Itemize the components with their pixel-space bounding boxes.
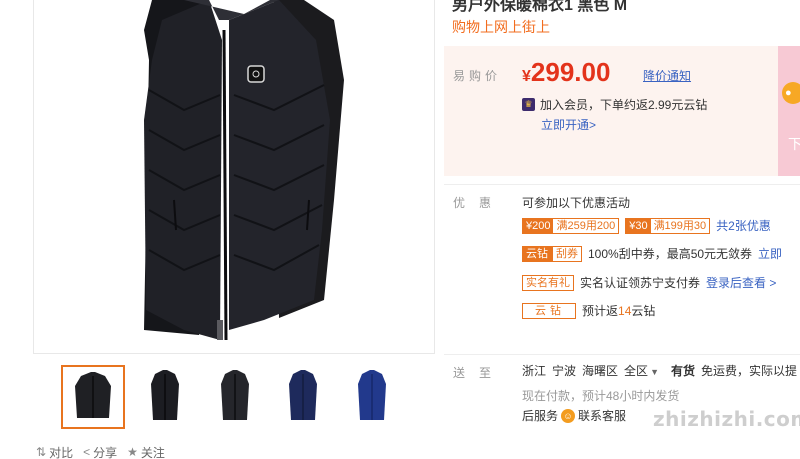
- city: 宁波: [552, 364, 577, 378]
- main-product-image[interactable]: [33, 0, 435, 354]
- share-button[interactable]: < 分享: [83, 443, 117, 459]
- coupon-2[interactable]: ¥30 满199用30: [625, 217, 711, 234]
- member-text: 加入会员，下单约返2.99元云钻: [540, 98, 708, 112]
- open-membership-link[interactable]: 立即开通>: [541, 116, 596, 133]
- promotions-intro: 可参加以下优惠活动: [522, 196, 631, 210]
- thumbnail-vest-1: [75, 372, 111, 418]
- thumbnail-4[interactable]: [271, 365, 335, 429]
- follow-button[interactable]: ★ 关注: [127, 443, 165, 459]
- cloud-tag: 云钻: [522, 302, 576, 319]
- price-label: 易购价: [453, 69, 502, 83]
- compare-label: 对比: [49, 445, 74, 459]
- shipping-info: 免运费，实际以提: [701, 364, 798, 378]
- promo-banner-text: 下: [788, 136, 800, 152]
- watermark: zhizhizhi.com: [650, 372, 800, 452]
- area: 全区 ▼: [624, 362, 659, 379]
- thumbnail-strip: [33, 362, 435, 429]
- realname-login-link[interactable]: 登录后查看 >: [706, 274, 776, 291]
- price-box: 易购价 ¥299.00 降价通知 ♛ 加入会员，下单约返2.99元云钻 立即开通…: [444, 46, 778, 176]
- star-icon: ★: [127, 445, 138, 459]
- shipping-note: 现在付款，预计48小时内发货: [522, 389, 680, 403]
- thumbnail-3[interactable]: [203, 365, 267, 429]
- cloud-return-promo: 云钻 预计返14云钻: [522, 302, 655, 319]
- stock-status: 有货: [670, 364, 695, 378]
- product-title: 男户外保暖棉衣1 黑色 M: [452, 0, 628, 14]
- thumbnail-5[interactable]: [340, 365, 404, 429]
- contact-service-link[interactable]: 联系客服: [578, 407, 626, 424]
- thumbnail-2[interactable]: [133, 365, 197, 429]
- promotions-label: 优惠: [453, 196, 506, 210]
- cloud-suffix: 云钻: [631, 304, 656, 318]
- lottery-text: 100%刮中券，最高50元无敛券: [588, 247, 753, 261]
- compare-icon: ⇅: [36, 445, 47, 459]
- cloud-prefix: 预计返: [582, 304, 619, 318]
- coupon-condition: 满199用30: [650, 218, 710, 233]
- after-sales-service: 后服务 ☺ 联系客服: [522, 407, 626, 424]
- coupon-list: ¥200 满259用200 ¥30 满199用30 共2张优惠: [522, 217, 771, 234]
- area-label: 全区: [624, 364, 649, 378]
- province: 浙江: [522, 364, 547, 378]
- product-subtitle: 购物上网上街上: [452, 19, 550, 35]
- vest-illustration: [144, 0, 344, 341]
- thumbnail-vest-5: [358, 370, 386, 420]
- side-promo-banner[interactable]: ● 下: [778, 46, 800, 176]
- share-icon: <: [83, 445, 91, 459]
- divider: [444, 354, 800, 355]
- divider: [444, 184, 800, 185]
- compare-button[interactable]: ⇅ 对比: [36, 443, 73, 459]
- lottery-link[interactable]: 立即: [758, 245, 782, 262]
- thumbnail-vest-2: [151, 370, 179, 420]
- realname-tag: 实名有礼: [522, 274, 574, 291]
- thumbnail-1[interactable]: [61, 365, 125, 429]
- promo-badge-icon: ●: [782, 82, 800, 104]
- price-currency: ¥: [522, 68, 531, 85]
- delivery-selector[interactable]: 浙江 宁波 海曙区 全区 ▼ 有货 免运费，实际以提: [522, 362, 797, 379]
- lottery-tags: 云钻 刮券: [522, 245, 582, 262]
- follow-label: 关注: [140, 445, 165, 459]
- coupon-amount: ¥30: [626, 218, 651, 233]
- coupon-condition: 满259用200: [553, 218, 619, 233]
- share-label: 分享: [93, 445, 118, 459]
- thumbnail-vest-3: [221, 370, 249, 420]
- member-promo: ♛ 加入会员，下单约返2.99元云钻: [522, 96, 707, 113]
- cloud-return-text: 预计返14云钻: [582, 302, 655, 319]
- lottery-promo: 云钻 刮券 100%刮中券，最高50元无敛券 立即: [522, 245, 782, 262]
- watermark-text: zhizhizhi.com: [653, 407, 800, 431]
- coupon-amount: ¥200: [523, 218, 554, 233]
- delivery-label: 送至: [453, 366, 506, 380]
- service-prefix: 后服务: [522, 409, 559, 423]
- gallery-actions: ⇅ 对比 < 分享 ★ 关注: [36, 443, 165, 459]
- coupons-more-link[interactable]: 共2张优惠: [716, 217, 771, 234]
- member-crown-icon: ♛: [522, 98, 535, 111]
- scratch-coupon-tag: 刮券: [552, 245, 582, 262]
- district: 海曙区: [582, 364, 619, 378]
- chevron-down-icon: ▼: [650, 367, 659, 377]
- thumbnail-vest-4: [289, 370, 317, 420]
- customer-service-icon: ☺: [561, 408, 576, 423]
- price-drop-notify-link[interactable]: 降价通知: [643, 67, 691, 84]
- price-value: ¥299.00: [522, 57, 610, 88]
- cloud-amount: 14: [618, 304, 632, 318]
- coupon-1[interactable]: ¥200 满259用200: [522, 217, 620, 234]
- realname-promo: 实名有礼 实名认证领苏宁支付券 登录后查看 >: [522, 274, 776, 291]
- realname-text: 实名认证领苏宁支付券: [580, 276, 701, 290]
- cloud-diamond-tag: 云钻: [522, 245, 552, 262]
- price-number: 299.00: [530, 57, 611, 87]
